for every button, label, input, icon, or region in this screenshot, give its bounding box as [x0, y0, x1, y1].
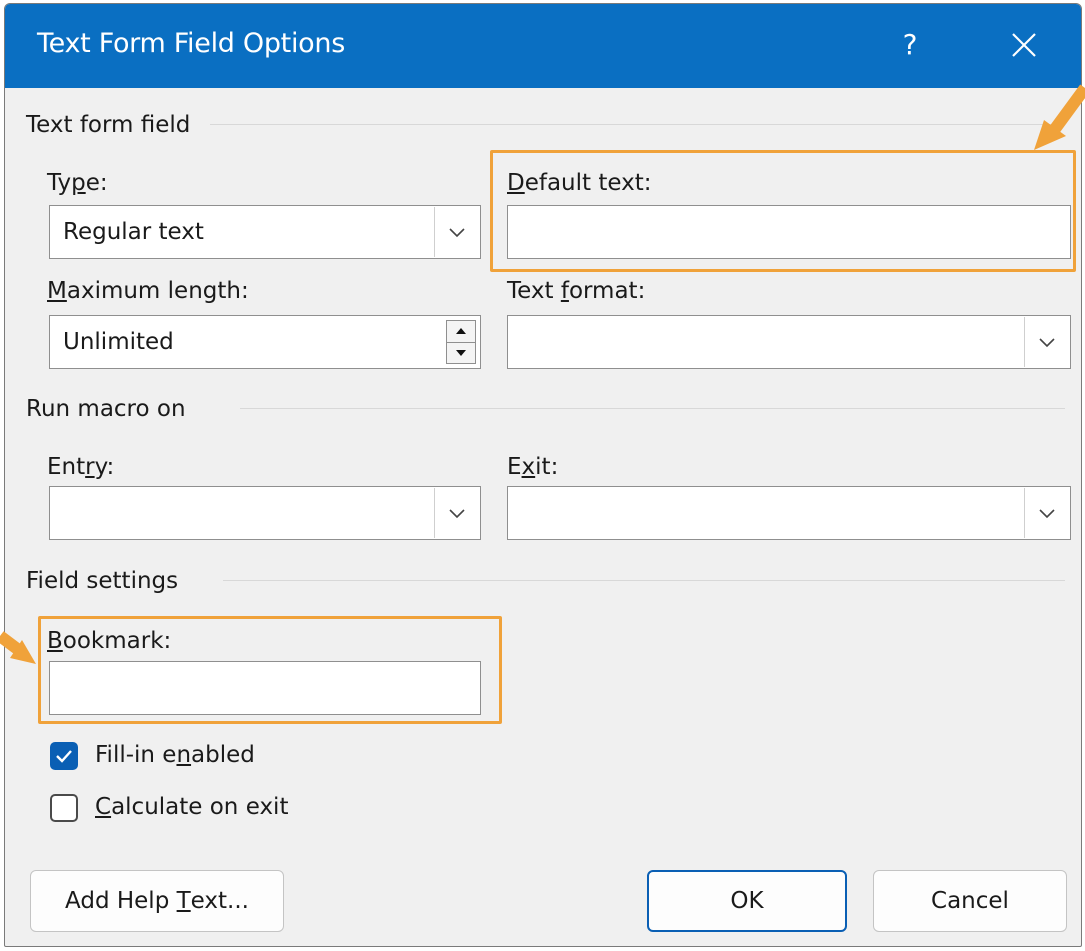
arrow-right-top-icon	[1034, 84, 1085, 150]
arrow-left-bottom-icon	[0, 631, 36, 664]
annotation-arrows	[0, 84, 1085, 664]
